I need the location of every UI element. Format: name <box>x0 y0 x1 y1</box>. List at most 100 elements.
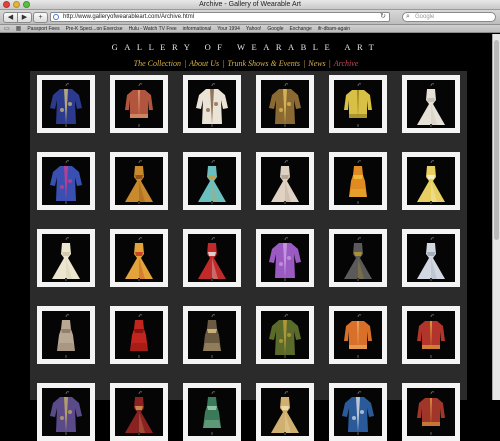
garment-illustration <box>125 237 153 281</box>
gallery-thumbnail[interactable] <box>110 75 168 133</box>
gallery-thumbnail[interactable] <box>183 152 241 210</box>
gallery-thumbnail[interactable] <box>329 75 387 133</box>
garment-photo <box>407 388 455 436</box>
gallery-thumbnail[interactable] <box>110 306 168 364</box>
reload-icon[interactable]: ↻ <box>380 13 386 21</box>
garment-photo <box>407 234 455 282</box>
gallery-thumbnail[interactable] <box>256 383 314 441</box>
garment-illustration <box>269 237 301 281</box>
garment-illustration <box>417 391 445 435</box>
garment-photo <box>115 234 163 282</box>
garment-photo <box>407 311 455 359</box>
gallery-thumbnail[interactable] <box>183 383 241 441</box>
garment-illustration <box>417 83 445 127</box>
gallery-thumbnail[interactable] <box>37 306 95 364</box>
garment-illustration <box>203 391 221 435</box>
bookmark-item[interactable]: Passport Fees <box>27 26 59 32</box>
garment-photo <box>188 388 236 436</box>
gallery-thumbnail[interactable] <box>329 152 387 210</box>
garment-illustration <box>196 83 228 127</box>
gallery-thumbnail[interactable] <box>402 306 460 364</box>
gallery-thumbnail[interactable] <box>183 229 241 287</box>
garment-photo <box>188 157 236 205</box>
top-sites-grid-icon[interactable]: ▦ <box>16 25 22 32</box>
garment-photo <box>188 234 236 282</box>
garment-photo <box>188 311 236 359</box>
scrollbar-thumb[interactable] <box>494 40 499 240</box>
globe-icon <box>53 14 59 20</box>
garment-illustration <box>344 314 372 358</box>
gallery-thumbnail[interactable] <box>256 306 314 364</box>
gallery-thumbnail[interactable] <box>402 152 460 210</box>
gallery-thumbnail[interactable] <box>37 152 95 210</box>
bookmark-item[interactable]: Pre-K Speci...on Exercise <box>66 26 123 32</box>
gallery-thumbnail[interactable] <box>183 306 241 364</box>
bookmark-item[interactable]: informational <box>183 26 212 32</box>
garment-photo <box>334 80 382 128</box>
garment-photo <box>42 80 90 128</box>
garment-illustration <box>417 314 445 358</box>
garment-illustration <box>269 314 301 358</box>
garment-photo <box>115 80 163 128</box>
forward-arrow-icon: ▶ <box>21 14 28 21</box>
nav-link-trunk-shows-events[interactable]: Trunk Shows & Events <box>224 59 303 68</box>
address-bar[interactable]: http://www.galleryofwearableart.com/Arch… <box>50 12 390 22</box>
garment-photo <box>261 80 309 128</box>
nav-link-the-collection[interactable]: The Collection <box>131 59 184 68</box>
garment-illustration <box>50 83 82 127</box>
garment-illustration <box>52 237 80 281</box>
gallery-thumbnail[interactable] <box>402 229 460 287</box>
gallery-thumbnail[interactable] <box>256 152 314 210</box>
vertical-scrollbar[interactable] <box>492 34 500 400</box>
gallery-thumbnail[interactable] <box>402 75 460 133</box>
garment-photo <box>42 234 90 282</box>
nav-link-about-us[interactable]: About Us <box>186 59 222 68</box>
bookmark-item[interactable]: Exchange <box>290 26 312 32</box>
garment-illustration <box>349 160 367 204</box>
bookmark-item[interactable]: Hulu - Watch TV Free <box>129 26 177 32</box>
gallery-thumbnail[interactable] <box>37 229 95 287</box>
garment-photo <box>115 311 163 359</box>
address-bar-url: http://www.galleryofwearableart.com/Arch… <box>63 14 195 20</box>
garment-illustration <box>57 314 75 358</box>
gallery-thumbnail[interactable] <box>110 152 168 210</box>
gallery-thumbnail[interactable] <box>402 383 460 441</box>
bookmark-item[interactable]: Google <box>267 26 283 32</box>
garment-illustration <box>417 160 445 204</box>
add-bookmark-button[interactable]: + <box>33 12 48 23</box>
bookmark-item[interactable]: Yahoo! <box>246 26 261 32</box>
gallery-thumbnail[interactable] <box>183 75 241 133</box>
plus-icon: + <box>38 14 43 21</box>
forward-button[interactable]: ▶ <box>17 12 32 23</box>
bookmark-item[interactable]: ifr-dbam-again <box>318 26 350 32</box>
garment-photo <box>407 80 455 128</box>
bookmark-item[interactable]: Your 1994 <box>217 26 240 32</box>
archive-gallery <box>30 71 467 441</box>
garment-photo <box>42 388 90 436</box>
garment-illustration <box>125 391 153 435</box>
gallery-thumbnail[interactable] <box>329 383 387 441</box>
gallery-thumbnail[interactable] <box>37 383 95 441</box>
gallery-thumbnail[interactable] <box>256 75 314 133</box>
gallery-thumbnail[interactable] <box>110 383 168 441</box>
garment-illustration <box>50 391 82 435</box>
gallery-thumbnail[interactable] <box>256 229 314 287</box>
web-page: GALLERY OF WEARABLE ART The Collection | A… <box>0 34 492 441</box>
window-title: Archive - Gallery of Wearable Art <box>199 1 301 8</box>
back-arrow-icon: ◀ <box>7 14 14 21</box>
site-title: GALLERY OF WEARABLE ART <box>111 42 381 52</box>
gallery-thumbnail[interactable] <box>329 306 387 364</box>
nav-link-news[interactable]: News <box>305 59 328 68</box>
search-icon: ⌕ <box>406 13 410 20</box>
gallery-thumbnail[interactable] <box>37 75 95 133</box>
nav-link-archive[interactable]: Archive <box>331 59 362 68</box>
search-field[interactable]: ⌕ Google <box>402 12 496 22</box>
garment-illustration <box>271 391 299 435</box>
garment-photo <box>42 157 90 205</box>
garment-photo <box>261 311 309 359</box>
gallery-thumbnail[interactable] <box>110 229 168 287</box>
back-button[interactable]: ◀ <box>3 12 18 23</box>
garment-photo <box>334 234 382 282</box>
bookmarks-book-icon[interactable]: ▭ <box>4 25 10 32</box>
gallery-thumbnail[interactable] <box>329 229 387 287</box>
